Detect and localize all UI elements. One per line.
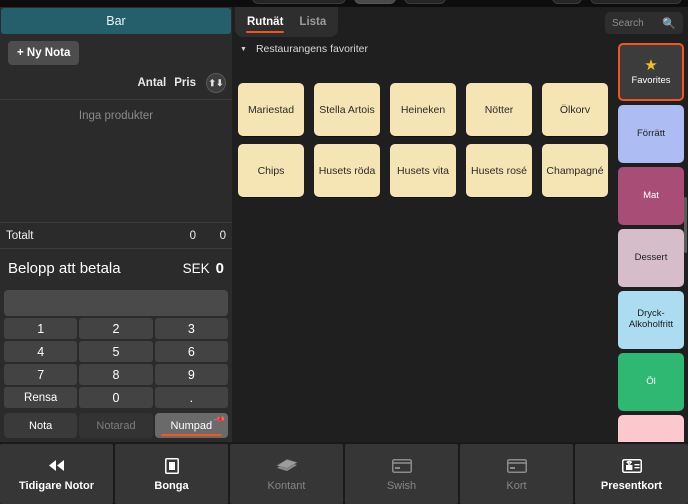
bonga-button[interactable]: Bonga	[115, 444, 228, 504]
category-partial[interactable]	[618, 415, 684, 442]
numpad: 1 2 3 4 5 6 7 8 9 Rensa 0 .	[0, 288, 232, 408]
category-dessert[interactable]: Dessert	[618, 229, 684, 287]
bonga-label: Bonga	[154, 479, 189, 492]
cash-icon	[275, 457, 298, 475]
cash-button[interactable]: Kontant	[230, 444, 343, 504]
product-tile[interactable]: Stella Artois	[314, 83, 380, 136]
order-panel: Bar + Ny Nota Antal Pris ⬆⬇ Inga produkt…	[0, 7, 232, 442]
receipt-icon	[164, 457, 179, 475]
column-header-qty: Antal	[137, 77, 167, 89]
order-items-list: Inga produkter	[0, 99, 232, 222]
top-chrome-strip	[0, 0, 688, 7]
amount-due-label: Belopp att betala	[8, 260, 121, 277]
view-tabs-row: Rutnät Lista Search 🔍	[232, 7, 688, 37]
card-icon	[506, 457, 527, 475]
product-tile[interactable]: Husets vita	[390, 144, 456, 197]
numpad-display[interactable]	[4, 290, 228, 316]
star-icon: ★	[644, 56, 658, 74]
sort-updown-icon[interactable]: ⬆⬇	[206, 73, 226, 93]
card-button[interactable]: Kort	[460, 444, 573, 504]
category-mat[interactable]: Mat	[618, 167, 684, 225]
category-ol[interactable]: Öl	[618, 353, 684, 411]
top-chrome-pill-5[interactable]	[590, 0, 682, 4]
top-chrome-pill-4[interactable]	[552, 0, 582, 4]
order-panel-title: Bar	[1, 8, 231, 34]
giftcard-label: Presentkort	[600, 479, 663, 492]
empty-products-message: Inga produkter	[78, 110, 154, 122]
product-tile[interactable]: Ölkorv	[542, 83, 608, 136]
top-chrome-pill-3[interactable]	[404, 0, 446, 4]
category-label: Favorites	[631, 74, 671, 86]
category-favorites[interactable]: ★ Favorites	[618, 43, 684, 101]
numpad-key-0[interactable]: 0	[79, 387, 153, 408]
rewind-icon	[48, 457, 65, 475]
numpad-key-3[interactable]: 3	[154, 318, 228, 339]
tab-lista[interactable]: Lista	[299, 7, 326, 37]
order-columns-header: Antal Pris ⬆⬇	[0, 69, 232, 99]
previous-notes-label: Tidigare Notor	[19, 479, 94, 492]
numpad-key-5[interactable]: 5	[79, 341, 153, 362]
numpad-key-4[interactable]: 4	[4, 341, 78, 362]
numpad-key-8[interactable]: 8	[79, 364, 153, 385]
previous-notes-button[interactable]: Tidigare Notor	[0, 444, 113, 504]
column-header-price: Pris	[174, 77, 196, 89]
new-note-row: + Ny Nota	[0, 34, 232, 69]
category-scrollbar[interactable]	[684, 197, 687, 253]
product-tile[interactable]: Mariestad	[238, 83, 304, 136]
tab-rutnat[interactable]: Rutnät	[245, 7, 285, 37]
mode-tab-notarad[interactable]: Notarad	[79, 413, 153, 438]
search-icon: 🔍	[662, 17, 676, 30]
numpad-key-clear[interactable]: Rensa	[4, 387, 78, 408]
numpad-key-2[interactable]: 2	[79, 318, 153, 339]
top-chrome-pill-2[interactable]	[354, 0, 396, 4]
amount-due-value: 0	[215, 260, 224, 277]
order-mode-tabs: Nota Notarad Numpad 📌	[0, 408, 232, 442]
product-tile[interactable]: Heineken	[390, 83, 456, 136]
numpad-keys: 1 2 3 4 5 6 7 8 9 Rensa 0 .	[4, 318, 228, 408]
section-title: Restaurangens favoriter	[255, 43, 368, 55]
product-tile[interactable]: Nötter	[466, 83, 532, 136]
totals-amount: 0	[219, 229, 226, 242]
numpad-key-6[interactable]: 6	[154, 341, 228, 362]
totals-label: Totalt	[6, 229, 34, 242]
numpad-key-9[interactable]: 9	[154, 364, 228, 385]
numpad-key-decimal[interactable]: .	[154, 387, 228, 408]
card-icon	[391, 457, 412, 475]
mode-tab-nota[interactable]: Nota	[4, 413, 78, 438]
numpad-key-1[interactable]: 1	[4, 318, 78, 339]
product-tile[interactable]: Husets röda	[314, 144, 380, 197]
payment-toolbar: Tidigare Notor Bonga Kontant Swish Kort …	[0, 442, 688, 504]
category-sidebar: ★ Favorites Förrätt Mat Dessert Dryck-Al…	[614, 43, 688, 442]
product-tile[interactable]: Chips	[238, 144, 304, 197]
pin-icon: 📌	[212, 412, 226, 427]
amount-due-currency: SEK	[182, 261, 210, 276]
view-tabs: Rutnät Lista	[235, 7, 339, 37]
search-placeholder: Search	[612, 17, 644, 29]
mode-tab-numpad[interactable]: Numpad 📌	[154, 412, 228, 438]
search-input[interactable]: Search 🔍	[605, 12, 683, 34]
new-note-button[interactable]: + Ny Nota	[8, 41, 80, 65]
swish-button[interactable]: Swish	[345, 444, 458, 504]
card-label: Kort	[506, 479, 527, 492]
product-tile[interactable]: Husets rosé	[466, 144, 532, 197]
products-panel: Rutnät Lista Search 🔍 ▼ Restaurangens fa…	[232, 7, 688, 442]
giftcard-button[interactable]: Presentkort	[575, 444, 688, 504]
totals-row: Totalt 0 0	[0, 222, 232, 248]
category-forratt[interactable]: Förrätt	[618, 105, 684, 163]
top-chrome-pill-1[interactable]	[252, 0, 346, 4]
totals-qty: 0	[189, 229, 196, 242]
amount-due-row: Belopp att betala SEK 0	[0, 248, 232, 288]
cash-label: Kontant	[267, 479, 306, 492]
pos-app: Bar + Ny Nota Antal Pris ⬆⬇ Inga produkt…	[0, 0, 688, 504]
product-tile[interactable]: Champagné	[542, 144, 608, 197]
product-grid: Mariestad Stella Artois Heineken Nötter …	[238, 83, 608, 197]
giftcard-icon	[621, 457, 642, 475]
category-dryck-alkoholfritt[interactable]: Dryck-Alkoholfritt	[618, 291, 684, 349]
product-grid-scroll: Mariestad Stella Artois Heineken Nötter …	[232, 83, 614, 442]
numpad-key-7[interactable]: 7	[4, 364, 78, 385]
mode-tab-numpad-label: Numpad	[170, 419, 213, 432]
swish-label: Swish	[386, 479, 417, 492]
caret-down-icon: ▼	[240, 45, 247, 53]
